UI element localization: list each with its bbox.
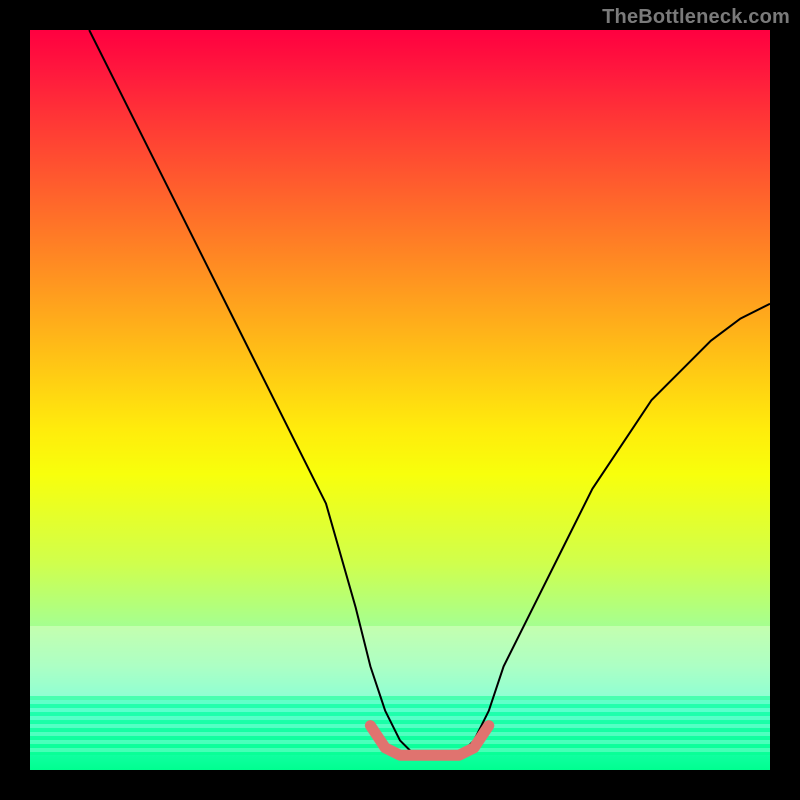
chart-frame: TheBottleneck.com <box>0 0 800 800</box>
valley-highlight-path <box>370 726 488 756</box>
curve-svg <box>30 30 770 770</box>
bottleneck-curve-path <box>89 30 770 755</box>
series-layer <box>89 30 770 755</box>
watermark-text: TheBottleneck.com <box>602 6 790 29</box>
plot-area <box>30 30 770 770</box>
